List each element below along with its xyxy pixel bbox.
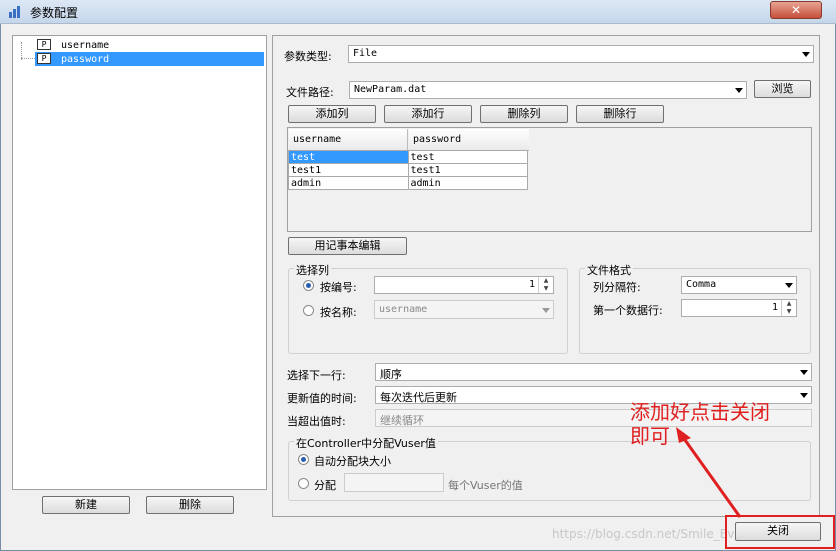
grid-header-cell[interactable]: password bbox=[409, 129, 529, 151]
annotation-highlight-box bbox=[725, 515, 835, 549]
chevron-down-icon bbox=[542, 307, 550, 313]
grid-body: test test test1 test1 admin admin bbox=[288, 150, 528, 190]
parameter-tree: P username P password bbox=[12, 35, 267, 490]
select-column-title: 选择列 bbox=[294, 262, 331, 278]
update-value-value: 每次迭代后更新 bbox=[380, 391, 457, 404]
column-name-value: username bbox=[379, 304, 428, 315]
delimiter-value: Comma bbox=[686, 279, 717, 290]
by-name-radio[interactable] bbox=[303, 305, 314, 316]
out-of-values-label: 当超出值时: bbox=[287, 415, 346, 428]
chevron-down-icon bbox=[802, 52, 810, 57]
auto-allocate-label: 自动分配块大小 bbox=[314, 455, 391, 468]
param-type-select[interactable]: File bbox=[348, 45, 814, 63]
annotation-arrow-icon bbox=[676, 427, 742, 518]
spinner-arrows[interactable]: ▲ ▼ bbox=[538, 277, 553, 293]
delimiter-select[interactable]: Comma bbox=[681, 276, 797, 294]
tree-item-username[interactable]: P username bbox=[35, 39, 275, 53]
parameter-icon: P bbox=[37, 39, 51, 50]
by-number-label: 按编号: bbox=[320, 281, 357, 294]
delete-button[interactable]: 删除 bbox=[146, 496, 234, 514]
grid-cell[interactable]: test1 bbox=[288, 163, 409, 177]
next-row-select[interactable]: 顺序 bbox=[375, 363, 812, 381]
browse-button[interactable]: 浏览 bbox=[754, 80, 811, 98]
data-grid: username password test test test1 test1 … bbox=[287, 127, 812, 232]
column-number-value: 1 bbox=[528, 279, 535, 290]
param-type-label: 参数类型: bbox=[284, 50, 332, 63]
grid-cell[interactable]: admin bbox=[288, 176, 409, 190]
column-number-spinner[interactable]: 1 ▲ ▼ bbox=[374, 276, 554, 294]
param-type-value: File bbox=[353, 48, 378, 59]
next-row-value: 顺序 bbox=[380, 368, 402, 381]
table-row[interactable]: test test bbox=[288, 150, 528, 164]
annotation-line: 添加好点击关闭 bbox=[630, 400, 770, 424]
manual-allocate-radio[interactable] bbox=[298, 478, 309, 489]
table-row[interactable]: test1 test1 bbox=[288, 163, 528, 177]
tree-item-label: username bbox=[61, 40, 110, 51]
grid-cell[interactable]: test bbox=[407, 150, 528, 164]
auto-allocate-radio[interactable] bbox=[298, 454, 309, 465]
spinner-arrows[interactable]: ▲ ▼ bbox=[781, 300, 796, 316]
file-path-combo[interactable]: NewParam.dat bbox=[349, 81, 747, 99]
delete-row-button[interactable]: 删除行 bbox=[576, 105, 664, 123]
parameter-icon: P bbox=[37, 53, 51, 64]
allocate-title: 在Controller中分配Vuser值 bbox=[294, 435, 438, 451]
tree-line bbox=[21, 58, 35, 59]
next-row-label: 选择下一行: bbox=[287, 369, 346, 382]
file-path-label: 文件路径: bbox=[286, 86, 334, 99]
first-data-row-label: 第一个数据行: bbox=[593, 304, 663, 317]
tree-item-password[interactable]: P password bbox=[35, 52, 264, 66]
add-column-button[interactable]: 添加列 bbox=[288, 105, 376, 123]
grid-cell[interactable]: test1 bbox=[407, 163, 528, 177]
chevron-down-icon bbox=[735, 88, 743, 93]
edit-with-notepad-button[interactable]: 用记事本编辑 bbox=[288, 237, 407, 255]
file-path-value: NewParam.dat bbox=[354, 84, 427, 95]
by-number-radio[interactable] bbox=[303, 280, 314, 291]
grid-cell[interactable]: admin bbox=[407, 176, 528, 190]
first-data-row-value: 1 bbox=[771, 302, 778, 313]
grid-header: username password bbox=[289, 129, 529, 151]
window-title: 参数配置 bbox=[30, 6, 79, 20]
title-bar: 参数配置 ✕ bbox=[0, 0, 836, 24]
chevron-down-icon bbox=[800, 393, 808, 398]
app-icon bbox=[8, 6, 22, 18]
window-close-button[interactable]: ✕ bbox=[770, 1, 822, 19]
by-name-label: 按名称: bbox=[320, 306, 357, 319]
delimiter-label: 列分隔符: bbox=[593, 281, 641, 294]
grid-header-cell[interactable]: username bbox=[289, 129, 408, 151]
delete-column-button[interactable]: 删除列 bbox=[480, 105, 568, 123]
table-row[interactable]: admin admin bbox=[288, 176, 528, 190]
manual-allocate-label: 分配 bbox=[314, 479, 336, 492]
first-data-row-spinner[interactable]: 1 ▲ ▼ bbox=[681, 299, 797, 317]
new-button[interactable]: 新建 bbox=[42, 496, 130, 514]
add-row-button[interactable]: 添加行 bbox=[384, 105, 472, 123]
manual-allocate-input[interactable] bbox=[344, 473, 444, 492]
column-name-select[interactable]: username bbox=[374, 300, 554, 319]
file-format-title: 文件格式 bbox=[585, 262, 633, 278]
out-of-values-value: 继续循环 bbox=[380, 414, 424, 427]
tree-item-label: password bbox=[61, 54, 110, 65]
update-value-label: 更新值的时间: bbox=[287, 392, 357, 405]
chevron-down-icon bbox=[785, 283, 793, 288]
grid-cell[interactable]: test bbox=[288, 150, 409, 164]
manual-allocate-suffix: 每个Vuser的值 bbox=[448, 479, 523, 492]
chevron-down-icon bbox=[800, 370, 808, 375]
